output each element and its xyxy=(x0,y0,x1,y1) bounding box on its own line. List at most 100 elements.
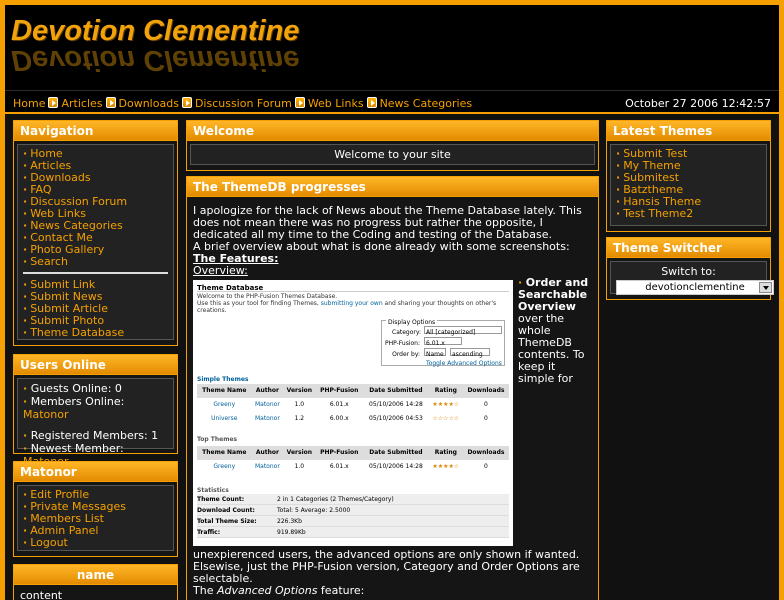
shot-column-header: Version xyxy=(283,446,316,460)
topnav-weblinks[interactable]: Web Links xyxy=(308,97,364,110)
panel-title: Latest Themes xyxy=(607,121,770,141)
shot-table-cell: 6.01.x xyxy=(329,463,349,470)
panel-title: Theme Switcher xyxy=(607,238,770,258)
shot-table-cell: 1.2 xyxy=(294,415,305,422)
members-label: Members Online: xyxy=(30,395,125,408)
shot-column-header: Version xyxy=(283,384,316,398)
shot-column-header: Theme Name xyxy=(197,446,252,460)
side-bold: Order and Searchable Overview xyxy=(518,276,589,313)
panel-title: name xyxy=(14,565,177,585)
submit-nav-item: Theme Database xyxy=(23,327,168,339)
shot-stat-row: Download Count: Total: 5 Average: 2.5000 xyxy=(197,505,509,516)
nav-list: HomeArticlesDownloadsFAQDiscussion Forum… xyxy=(23,148,168,268)
shot-simple-table: Theme Name Author Version PHP-Fusion Date Su… xyxy=(197,384,509,426)
topnav-articles[interactable]: Articles xyxy=(61,97,102,110)
shot-display-options: Display Options Category: All [categoriz… xyxy=(381,317,505,367)
registered-label: Registered Members: xyxy=(30,429,148,442)
shot-stat-row: Total Theme Size: 226.3Kb xyxy=(197,516,509,527)
shot-table-cell: ★★★★☆ xyxy=(432,401,460,408)
shot-stats: Theme Count: 2 in 1 Categories (2 Themes/… xyxy=(197,494,509,538)
panel-body: HomeArticlesDownloadsFAQDiscussion Forum… xyxy=(17,144,174,340)
panel-body: Edit ProfilePrivate MessagesMembers List… xyxy=(17,485,174,551)
shot-table-cell: 1.0 xyxy=(294,463,305,470)
shot-column-header: Theme Name xyxy=(197,384,252,398)
chevron-down-icon[interactable] xyxy=(759,282,772,293)
latest-themes-panel: Latest Themes Submit TestMy ThemeSubmite… xyxy=(606,120,771,232)
page-frame: Devotion Clementine Devotion Clementine … xyxy=(0,0,784,600)
welcome-text: Welcome to your site xyxy=(190,144,595,165)
themedb-screenshot: Theme Database Welcome to the PHP-Fusion… xyxy=(193,280,513,546)
article-last-line: The Advanced Options feature: xyxy=(193,584,365,597)
panel-title: Users Online xyxy=(14,355,177,375)
members-online-user[interactable]: Matonor xyxy=(23,408,69,421)
latest-themes-list: Submit TestMy ThemeSubmitestBatzthemeHan… xyxy=(616,148,761,220)
theme-select-value: devotionclementine xyxy=(645,282,745,293)
topnav-forum[interactable]: Discussion Forum xyxy=(195,97,292,110)
shot-table-cell: 05/10/2006 14:28 xyxy=(369,463,423,470)
shot-column-header: PHP-Fusion xyxy=(315,384,364,398)
arrow-icon xyxy=(366,97,377,108)
user-panel: Matonor Edit ProfilePrivate MessagesMemb… xyxy=(13,461,178,557)
theme-select[interactable]: devotionclementine xyxy=(616,280,774,295)
shot-table-cell: 6.00.x xyxy=(329,415,349,422)
nav-link[interactable]: Search xyxy=(30,255,68,268)
shot-table-row: Greeny Matonor 1.0 6.01.x 05/10/2006 14:28 ★★… xyxy=(197,398,509,412)
shot-table-cell: Universe xyxy=(211,415,238,422)
latest-theme-item: Test Theme2 xyxy=(616,208,761,220)
shot-stat-row: Theme Count: 2 in 1 Categories (2 Themes/… xyxy=(197,494,509,505)
guests-count: 0 xyxy=(114,382,122,395)
switch-label: Switch to: xyxy=(661,265,716,278)
shot-column-header: PHP-Fusion xyxy=(315,446,364,460)
latest-theme-link[interactable]: Test Theme2 xyxy=(623,207,693,220)
nav-item: Search xyxy=(23,256,168,268)
shot-column-header: Author xyxy=(251,384,284,398)
shot-table-cell: 6.01.x xyxy=(329,401,349,408)
users-online-panel: Users Online · Guests Online: 0 · Member… xyxy=(13,354,178,468)
shot-table-cell: 1.0 xyxy=(294,401,305,408)
shot-table-cell: Matonor xyxy=(254,401,280,408)
panel-body: · Guests Online: 0 · Members Online: Mat… xyxy=(17,378,174,468)
panel-body: Submit TestMy ThemeSubmitestBatzthemeHan… xyxy=(610,144,767,226)
members-online: · Members Online: Matonor xyxy=(23,395,125,421)
top-navbar: Home Articles Downloads Discussion Forum Web… xyxy=(5,90,779,114)
shot-table-cell: Greeny xyxy=(213,463,236,470)
top-nav-links: Home Articles Downloads Discussion Forum Web… xyxy=(13,97,472,110)
shot-table-cell: 0 xyxy=(484,463,488,470)
guests-online: · Guests Online: 0 xyxy=(23,382,122,395)
arrow-icon xyxy=(48,97,59,108)
topnav-home[interactable]: Home xyxy=(13,97,45,110)
shot-top-heading: Top Themes xyxy=(197,436,238,443)
news-article: The ThemeDB progresses I apologize for t… xyxy=(186,176,599,600)
article-continuation: unexpierenced users, the advanced option… xyxy=(193,548,580,585)
submit-nav-link[interactable]: Theme Database xyxy=(30,326,124,339)
shot-table-cell: Greeny xyxy=(213,401,236,408)
arrow-icon xyxy=(181,97,192,108)
arrow-icon xyxy=(294,97,305,108)
shot-table-row: Universe Matonor 1.2 6.00.x 05/10/2006 04:53… xyxy=(197,412,509,426)
features-heading: The Features: xyxy=(193,252,279,265)
site-logo-reflection: Devotion Clementine xyxy=(11,44,300,76)
shot-table-cell: 0 xyxy=(484,415,488,422)
shot-table-cell: ★★★★☆ xyxy=(432,463,460,470)
name-panel: name content xyxy=(13,564,178,600)
shot-table-row: Greeny Matonor 1.0 6.01.x 05/10/2006 14:28 ★★… xyxy=(197,460,509,474)
topnav-downloads[interactable]: Downloads xyxy=(119,97,179,110)
article-intro: I apologize for the lack of News about t… xyxy=(193,204,582,241)
user-menu-link[interactable]: Logout xyxy=(30,536,68,549)
shot-top-table: Theme Name Author Version PHP-Fusion Date Su… xyxy=(197,446,509,474)
shot-intro: Welcome to the PHP-Fusion Themes Databas… xyxy=(197,293,497,314)
shot-table-cell: 05/10/2006 04:53 xyxy=(369,415,423,422)
panel-title: Matonor xyxy=(14,462,177,482)
site-header: Devotion Clementine Devotion Clementine xyxy=(5,5,779,90)
panel-content: content xyxy=(20,589,63,600)
panel-title: Welcome xyxy=(187,121,598,141)
shot-column-header: Downloads xyxy=(462,384,509,398)
side-rest: over the whole ThemeDB contents. To keep… xyxy=(518,312,585,385)
user-menu-item: Logout xyxy=(23,537,168,549)
topnav-news-categories[interactable]: News Categories xyxy=(380,97,473,110)
shot-column-header: Rating xyxy=(428,446,463,460)
article-title[interactable]: The ThemeDB progresses xyxy=(187,177,598,197)
shot-stat-row: Traffic: 919.89Kb xyxy=(197,527,509,538)
guests-label: Guests Online: xyxy=(30,382,112,395)
theme-switcher-panel: Theme Switcher Switch to: devotionclemen… xyxy=(606,237,774,300)
